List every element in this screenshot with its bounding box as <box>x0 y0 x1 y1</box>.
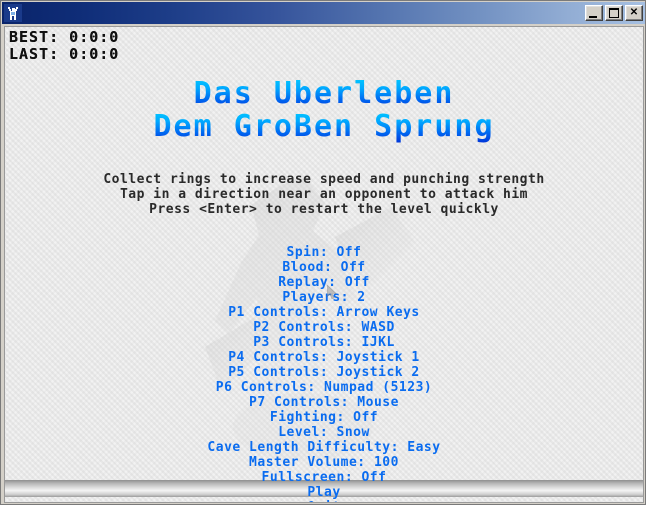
menu-item-label: P1 Controls: Arrow Keys <box>228 305 420 320</box>
game-screen: BEST: 0:0:0 LAST: 0:0:0 Das Uberleben De… <box>4 26 644 503</box>
instructions-block: Collect rings to increase speed and punc… <box>5 172 643 217</box>
menu-item-label: Players: 2 <box>282 290 366 305</box>
instruction-line: Press <Enter> to restart the level quick… <box>149 202 499 217</box>
maximize-button[interactable] <box>605 5 623 21</box>
menu-item-label: Play <box>307 485 341 500</box>
close-icon: ✕ <box>629 7 639 18</box>
game-title-block: Das Uberleben Dem GroBen Sprung <box>5 77 643 143</box>
menu-item-label: Replay: Off <box>278 275 370 290</box>
menu-item-label: P3 Controls: IJKL <box>253 335 395 350</box>
close-button[interactable]: ✕ <box>625 5 643 21</box>
menu-item-label: Fullscreen: Off <box>261 470 387 485</box>
menu-item-label: P4 Controls: Joystick 1 <box>228 350 420 365</box>
menu-item-spin[interactable]: Spin: Off <box>5 241 643 260</box>
minimize-button[interactable] <box>585 5 603 21</box>
menu-item-label: P7 Controls: Mouse <box>249 395 399 410</box>
menu-item-label: Blood: Off <box>282 260 366 275</box>
menu-item-label: P5 Controls: Joystick 2 <box>228 365 420 380</box>
menu-item-label: Master Volume: 100 <box>249 455 399 470</box>
menu-item-label: Level: Snow <box>278 425 370 440</box>
instruction-line: Collect rings to increase speed and punc… <box>103 172 545 187</box>
menu-item-label: Fighting: Off <box>269 410 379 425</box>
game-title-line-2: Dem GroBen Sprung <box>5 110 643 143</box>
menu-item-label: P2 Controls: WASD <box>253 320 395 335</box>
window-controls: ✕ <box>585 5 643 21</box>
menu-item-label: Quit <box>307 500 340 502</box>
menu-item-label: P6 Controls: Numpad (5123) <box>215 380 433 395</box>
hud-timers: BEST: 0:0:0 LAST: 0:0:0 <box>9 29 119 63</box>
main-menu: Spin: Off Blood: Off Replay: Off Players: 2… <box>5 241 643 502</box>
last-time-label: LAST: 0:0:0 <box>9 45 120 63</box>
player-sprite-icon <box>4 4 22 22</box>
best-time-label: BEST: 0:0:0 <box>9 28 120 46</box>
game-title-line-1: Das Uberleben <box>5 77 643 110</box>
window-titlebar[interactable]: ✕ <box>2 2 645 24</box>
game-window: ✕ BEST: 0:0:0 LAST: 0:0:0 Das Uberleben … <box>0 0 646 505</box>
menu-item-label: Spin: Off <box>286 245 362 260</box>
instruction-line: Tap in a direction near an opponent to a… <box>119 187 528 202</box>
menu-item-label: Cave Length Difficulty: Easy <box>207 440 441 455</box>
